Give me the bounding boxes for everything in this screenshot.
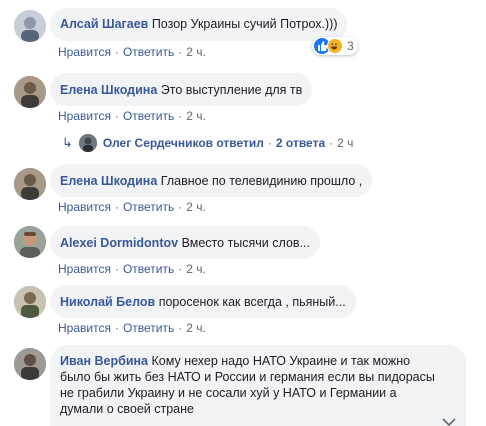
comment-bubble: Alexei Dormidontov Вместо тысячи слов... [50, 226, 320, 259]
comment-actions: Нравится · Ответить · 2 ч. [58, 262, 206, 276]
comment-timestamp[interactable]: 2 ч. [186, 262, 206, 276]
comment-timestamp[interactable]: 2 ч. [186, 200, 206, 214]
comment-author[interactable]: Николай Белов [60, 295, 155, 309]
comment-actions: Нравится · Ответить · 2 ч. [58, 45, 206, 59]
separator-dot: · [114, 262, 119, 276]
comment-timestamp[interactable]: 2 ч. [186, 45, 206, 59]
separator-dot: · [267, 136, 272, 150]
separator-dot: · [114, 321, 119, 335]
reply-button[interactable]: Ответить [123, 200, 174, 214]
separator-dot: · [114, 200, 119, 214]
comment-actions: Нравится · Ответить · 2 ч. [58, 321, 206, 335]
comment-bubble: Иван Вербина Кому нехер надо НАТО Украин… [50, 345, 466, 426]
comment-text-line: было бы жить без НАТО и России и германи… [60, 370, 435, 384]
comment-text-line: не грабили Украину и не сосали хуй у НАТ… [60, 386, 397, 400]
avatar[interactable] [14, 10, 46, 42]
like-button[interactable]: Нравится [58, 45, 111, 59]
separator-dot: · [114, 45, 119, 59]
comment-author[interactable]: Елена Шкодина [60, 83, 157, 97]
comment-timestamp[interactable]: 2 ч. [186, 321, 206, 335]
reply-button[interactable]: Ответить [123, 262, 174, 276]
reply-button[interactable]: Ответить [123, 321, 174, 335]
replies-author-text[interactable]: Олег Сердечников ответил [103, 136, 264, 150]
comment-timestamp[interactable]: 2 ч. [186, 109, 206, 123]
separator-dot: · [178, 321, 183, 335]
comment-text-line: Кому нехер надо НАТО Украине и так можно [151, 354, 411, 368]
comment-bubble: Елена Шкодина Главное по телевидинию про… [50, 164, 373, 197]
comment-actions: Нравится · Ответить · 2 ч. [58, 109, 206, 123]
comment-author[interactable]: Alexei Dormidontov [60, 236, 178, 250]
comment-author[interactable]: Иван Вербина [60, 354, 148, 368]
comment-text: Вместо тысячи слов... [181, 236, 310, 250]
comment-bubble: Алсай Шагаев Позор Украины сучий Потрох.… [50, 8, 348, 41]
separator-dot: · [329, 136, 334, 150]
replies-count[interactable]: 2 ответа [276, 136, 325, 150]
separator-dot: · [178, 200, 183, 214]
comment-text: Позор Украины сучий Потрох.))) [151, 17, 338, 31]
separator-dot: · [178, 45, 183, 59]
reaction-count: 3 [347, 39, 354, 53]
avatar[interactable] [14, 76, 46, 108]
like-button[interactable]: Нравится [58, 200, 111, 214]
comment-actions: Нравится · Ответить · 2 ч. [58, 200, 206, 214]
comment-text-line: думали о своей стране [60, 402, 194, 416]
reaction-summary[interactable]: 3 [312, 37, 358, 55]
reply-button[interactable]: Ответить [123, 45, 174, 59]
comment-bubble: Николай Белов поросенок как всегда , пья… [50, 285, 356, 318]
comment-text: Это выступление для тв [160, 83, 303, 97]
haha-icon [327, 38, 343, 54]
comment-text: Главное по телевидинию прошло , [160, 174, 363, 188]
separator-dot: · [178, 109, 183, 123]
avatar[interactable] [14, 168, 46, 200]
comment-text: поросенок как всегда , пьяный... [158, 295, 346, 309]
comment-bubble: Елена Шкодина Это выступление для тв [50, 73, 313, 106]
reply-avatar [78, 134, 97, 152]
comment-author[interactable]: Алсай Шагаев [60, 17, 148, 31]
reply-button[interactable]: Ответить [123, 109, 174, 123]
like-button[interactable]: Нравится [58, 321, 111, 335]
separator-dot: · [114, 109, 119, 123]
avatar[interactable] [14, 348, 46, 380]
separator-dot: · [178, 262, 183, 276]
replies-timestamp: 2 ч [337, 136, 354, 150]
avatar[interactable] [14, 226, 46, 258]
chevron-down-icon[interactable] [442, 418, 456, 426]
like-button[interactable]: Нравится [58, 262, 111, 276]
replies-link[interactable]: ↳ Олег Сердечников ответил · 2 ответа · … [62, 134, 353, 152]
comment-author[interactable]: Елена Шкодина [60, 174, 157, 188]
avatar[interactable] [14, 286, 46, 318]
like-button[interactable]: Нравится [58, 109, 111, 123]
reply-arrow-icon: ↳ [62, 135, 73, 150]
